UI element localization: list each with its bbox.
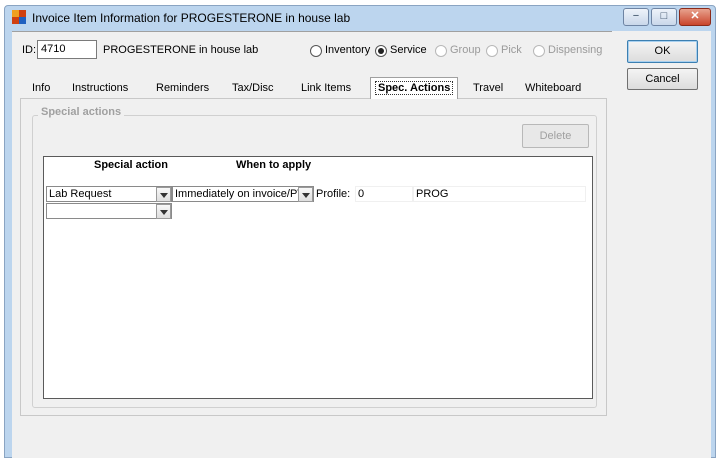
app-icon [12, 10, 26, 24]
tab-instructions[interactable]: Instructions [68, 79, 132, 98]
group-radio [435, 45, 447, 57]
special-action-select[interactable]: Lab Request [46, 186, 172, 202]
tab-tax-disc[interactable]: Tax/Disc [228, 79, 278, 98]
cancel-button[interactable]: Cancel [627, 68, 698, 90]
dispensing-radio [533, 45, 545, 57]
inventory-radio-label[interactable]: Inventory [325, 44, 370, 56]
close-icon: ✕ [690, 10, 700, 22]
tab-spec-actions-label: Spec. Actions [375, 81, 454, 95]
minimize-icon: − [632, 10, 640, 22]
dispensing-radio-label: Dispensing [548, 44, 603, 56]
maximize-icon: □ [660, 10, 668, 22]
pick-radio [486, 45, 498, 57]
minimize-button[interactable]: − [623, 8, 649, 26]
special-actions-group-title: Special actions [38, 106, 125, 118]
when-to-apply-cell-new[interactable] [172, 203, 298, 219]
pick-radio-label: Pick [501, 44, 522, 56]
chevron-down-icon[interactable] [156, 187, 171, 202]
tab-info[interactable]: Info [28, 79, 54, 98]
id-label: ID: [22, 44, 37, 56]
tab-reminders[interactable]: Reminders [152, 79, 213, 98]
service-radio-label[interactable]: Service [390, 44, 427, 56]
id-field[interactable]: 4710 [37, 40, 97, 59]
group-radio-label: Group [450, 44, 481, 56]
tab-travel[interactable]: Travel [469, 79, 507, 98]
dialog-button-pane [612, 31, 711, 458]
close-button[interactable]: ✕ [679, 8, 711, 26]
chevron-down-icon[interactable] [298, 187, 313, 202]
profile-label: Profile: [316, 188, 351, 200]
delete-button: Delete [522, 124, 589, 148]
ok-button[interactable]: OK [627, 40, 698, 63]
maximize-button[interactable]: □ [651, 8, 677, 26]
column-header-when-to-apply[interactable]: When to apply [236, 159, 311, 171]
window-title: Invoice Item Information for PROGESTERON… [32, 11, 351, 25]
chevron-down-icon[interactable] [156, 204, 171, 219]
special-action-select-new[interactable] [46, 203, 172, 219]
service-radio[interactable] [375, 45, 387, 57]
tab-link-items[interactable]: Link Items [297, 79, 355, 98]
column-header-special-action[interactable]: Special action [94, 159, 168, 171]
when-to-apply-select[interactable]: Immediately on invoice/PVL [172, 186, 314, 202]
tab-spec-actions[interactable]: Spec. Actions [370, 77, 459, 99]
item-name: PROGESTERONE in house lab [103, 44, 259, 56]
action-code[interactable]: PROG [413, 186, 586, 202]
inventory-radio[interactable] [310, 45, 322, 57]
tab-whiteboard[interactable]: Whiteboard [521, 79, 585, 98]
profile-value[interactable]: 0 [355, 186, 413, 202]
